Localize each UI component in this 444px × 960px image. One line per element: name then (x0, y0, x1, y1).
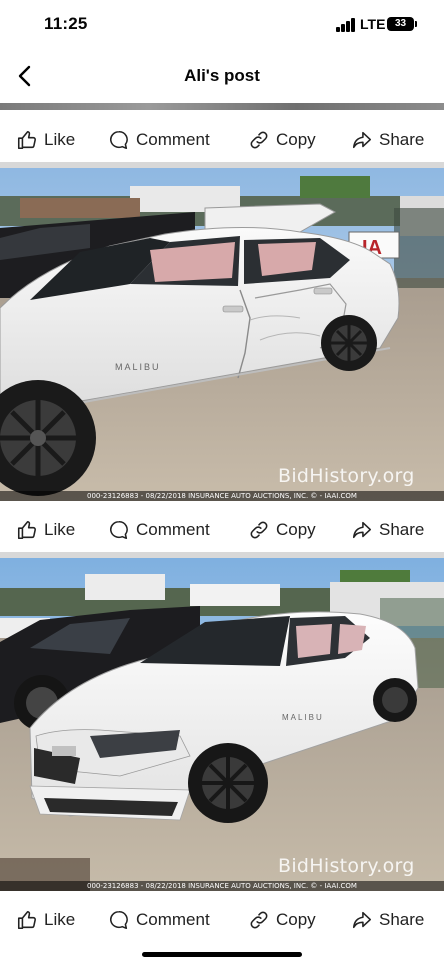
copy-label: Copy (276, 910, 316, 929)
car-front-photo: MALIBU (0, 558, 444, 891)
comment-button[interactable]: Comment (108, 501, 210, 559)
status-time: 11:25 (44, 14, 88, 33)
watermark-prefix: BidHistory (278, 855, 377, 877)
photo-caption: 000-23126883 - 08/22/2018 INSURANCE AUTO… (0, 491, 444, 501)
thumbs-up-icon (17, 910, 36, 930)
like-label: Like (44, 130, 76, 149)
page-title: Ali's post (184, 66, 260, 85)
comment-button[interactable]: Comment (108, 891, 210, 949)
share-label: Share (379, 520, 425, 539)
comment-label: Comment (136, 520, 210, 539)
home-indicator[interactable] (142, 952, 302, 957)
share-icon (352, 131, 372, 149)
like-button[interactable]: Like (16, 111, 75, 169)
signal-icon (336, 18, 356, 32)
share-button[interactable]: Share (351, 111, 424, 169)
share-button[interactable]: Share (351, 501, 424, 559)
comment-label: Comment (136, 130, 210, 149)
post-actions: Like Comment Copy Share (0, 891, 444, 949)
model-badge: MALIBU (115, 362, 161, 372)
copy-button[interactable]: Copy (248, 111, 316, 169)
comment-label: Comment (136, 910, 210, 929)
like-button[interactable]: Like (16, 501, 75, 559)
post-photo[interactable]: IA MALIBU BidHistory.org 000-23126883 - … (0, 168, 444, 501)
like-button[interactable]: Like (16, 891, 75, 949)
share-icon (352, 521, 372, 539)
car-side-photo: IA MALIBU (0, 168, 444, 501)
comment-icon (110, 520, 128, 540)
comment-button[interactable]: Comment (108, 111, 210, 169)
watermark-suffix: .org (376, 465, 415, 487)
photo-caption: 000-23126883 - 08/22/2018 INSURANCE AUTO… (0, 881, 444, 891)
battery-icon: 33 (387, 17, 417, 31)
share-icon (352, 911, 372, 929)
share-button[interactable]: Share (351, 891, 424, 949)
watermark-suffix: .org (376, 855, 415, 877)
link-icon (250, 131, 268, 149)
copy-label: Copy (276, 130, 316, 149)
model-badge: MALIBU (282, 713, 324, 722)
comment-icon (110, 910, 128, 930)
comment-icon (110, 130, 128, 150)
previous-photo-edge (0, 103, 444, 110)
share-label: Share (379, 130, 425, 149)
copy-button[interactable]: Copy (248, 891, 316, 949)
like-label: Like (44, 910, 76, 929)
battery-level: 33 (394, 18, 407, 29)
watermark: BidHistory.org (278, 855, 415, 877)
watermark: BidHistory.org (278, 465, 415, 487)
network-label: LTE (360, 16, 386, 32)
copy-label: Copy (276, 520, 316, 539)
like-label: Like (44, 520, 76, 539)
watermark-prefix: BidHistory (278, 465, 377, 487)
link-icon (250, 521, 268, 539)
thumbs-up-icon (17, 520, 36, 540)
nav-bar: Ali's post (0, 52, 444, 100)
copy-button[interactable]: Copy (248, 501, 316, 559)
link-icon (250, 911, 268, 929)
post-photo[interactable]: MALIBU BidHistory.org 000-23126883 - 08/… (0, 558, 444, 891)
status-bar: 11:25 LTE 33 (0, 0, 444, 50)
post-actions: Like Comment Copy Share (0, 111, 444, 169)
thumbs-up-icon (17, 130, 36, 150)
post-actions: Like Comment Copy Share (0, 501, 444, 559)
share-label: Share (379, 910, 425, 929)
